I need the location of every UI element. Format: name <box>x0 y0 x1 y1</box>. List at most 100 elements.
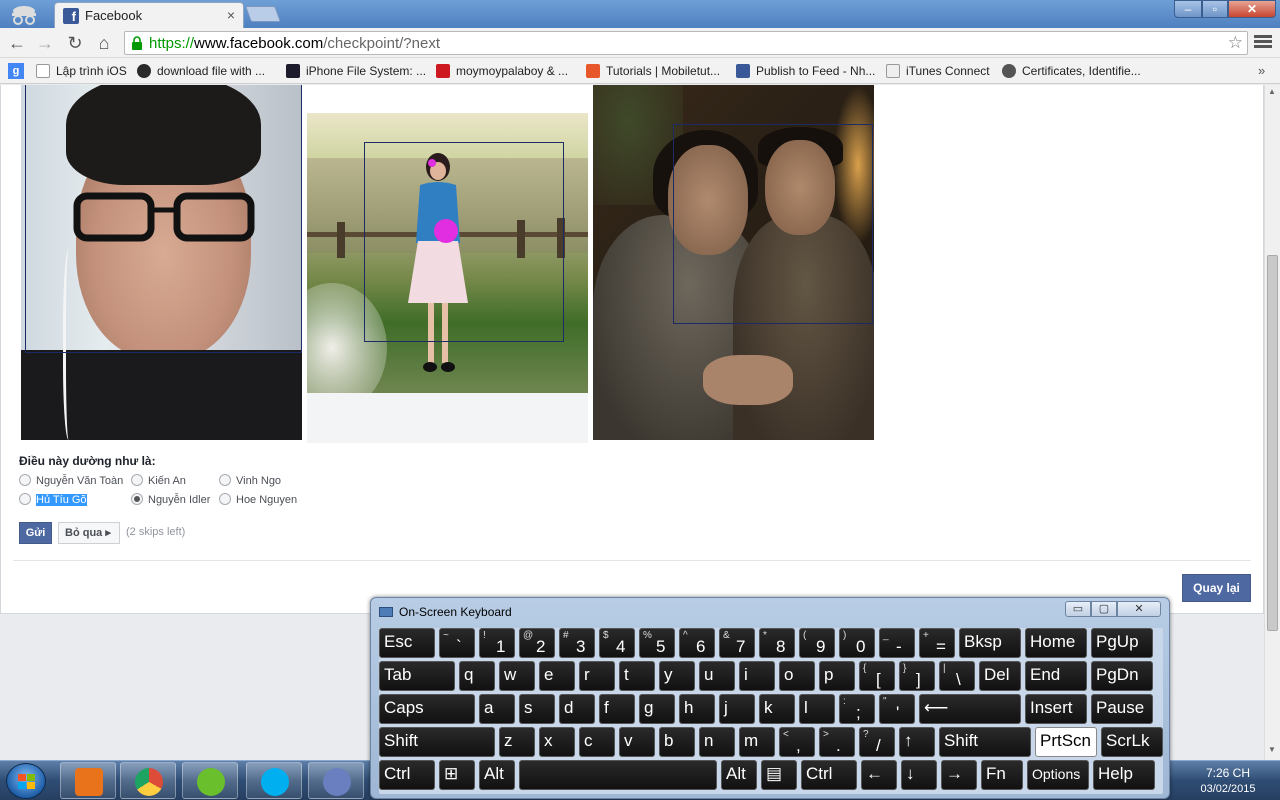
radio-button[interactable] <box>19 493 31 505</box>
key-sym3-10[interactable]: ? / <box>859 727 895 757</box>
taskbar-app[interactable] <box>246 762 302 799</box>
key-prtscn[interactable]: PrtScn <box>1035 727 1097 757</box>
key-o[interactable]: o <box>779 661 815 691</box>
radio-button-checked[interactable] <box>131 493 143 505</box>
taskbar-app[interactable] <box>308 762 364 799</box>
key-i[interactable]: i <box>739 661 775 691</box>
key-pgdn[interactable]: PgDn <box>1091 661 1153 691</box>
name-option[interactable]: Kiến An <box>131 474 186 487</box>
key-del[interactable]: Del <box>979 661 1021 691</box>
key-n[interactable]: n <box>699 727 735 757</box>
key-0[interactable]: ) 0 <box>839 628 875 658</box>
key-tab[interactable]: Tab <box>379 661 455 691</box>
taskbar-app[interactable] <box>182 762 238 799</box>
name-option[interactable]: Hủ Tíu Gõ <box>19 493 87 506</box>
name-option[interactable]: Nguyễn Idler <box>131 493 210 506</box>
taskbar-app[interactable] <box>60 762 116 799</box>
clock-time[interactable]: 7:26 CH <box>1196 766 1260 780</box>
key-sym3-11[interactable]: ↑ <box>899 727 935 757</box>
menu-icon[interactable] <box>1254 33 1272 51</box>
key-u[interactable]: u <box>699 661 735 691</box>
key-6[interactable]: ^ 6 <box>679 628 715 658</box>
key-sym1-12[interactable]: }] <box>899 661 935 691</box>
taskbar-app[interactable] <box>120 762 176 799</box>
key-f[interactable]: f <box>599 694 635 724</box>
key-sym0-12[interactable]: _ - <box>879 628 915 658</box>
bookmark-item[interactable]: Tutorials | Mobiletut... <box>586 62 720 80</box>
key-fn[interactable]: Fn <box>981 760 1023 790</box>
key-caps[interactable]: Caps <box>379 694 475 724</box>
radio-button[interactable] <box>131 474 143 486</box>
key-q[interactable]: q <box>459 661 495 691</box>
key-sym2-12[interactable]: ⟵ <box>919 694 1021 724</box>
clock-date[interactable]: 03/02/2015 <box>1196 783 1260 795</box>
osk-minimize-button[interactable]: ▭ <box>1065 601 1091 617</box>
bookmark-item[interactable]: download file with ... <box>137 62 265 80</box>
radio-button[interactable] <box>219 474 231 486</box>
key-z[interactable]: z <box>499 727 535 757</box>
key-7[interactable]: & 7 <box>719 628 755 658</box>
key-x[interactable]: x <box>539 727 575 757</box>
key-sym0-1[interactable]: ~ ` <box>439 628 475 658</box>
key-3[interactable]: #3 <box>559 628 595 658</box>
key-sym2-11[interactable]: " ' <box>879 694 915 724</box>
forward-icon[interactable]: → <box>34 32 56 54</box>
key-c[interactable]: c <box>579 727 615 757</box>
reload-icon[interactable]: ↻ <box>64 32 86 54</box>
key-home[interactable]: Home <box>1025 628 1087 658</box>
name-option[interactable]: Hoe Nguyen <box>219 493 297 506</box>
address-bar[interactable]: https://www.facebook.com/checkpoint/?nex… <box>124 31 1248 55</box>
skip-button[interactable]: Bỏ qua ▸ <box>58 522 120 544</box>
back-icon[interactable]: ← <box>6 32 28 54</box>
key-sym2-10[interactable]: :; <box>839 694 875 724</box>
tab-close-icon[interactable]: × <box>227 7 235 23</box>
key-sym4-5[interactable]: ▤ <box>761 760 797 790</box>
key-e[interactable]: e <box>539 661 575 691</box>
key-j[interactable]: j <box>719 694 755 724</box>
scroll-down-icon[interactable]: ▼ <box>1268 745 1276 754</box>
key-9[interactable]: (9 <box>799 628 835 658</box>
key-t[interactable]: t <box>619 661 655 691</box>
start-button[interactable] <box>6 763 46 799</box>
key-s[interactable]: s <box>519 694 555 724</box>
key-pause[interactable]: Pause <box>1091 694 1153 724</box>
key-g[interactable]: g <box>639 694 675 724</box>
key-alt[interactable]: Alt <box>721 760 757 790</box>
key-help[interactable]: Help <box>1093 760 1155 790</box>
key-h[interactable]: h <box>679 694 715 724</box>
bookmark-item[interactable]: Certificates, Identifie... <box>1002 62 1141 80</box>
key-shift[interactable]: Shift <box>939 727 1031 757</box>
key-p[interactable]: p <box>819 661 855 691</box>
key-sym3-8[interactable]: <, <box>779 727 815 757</box>
key-w[interactable]: w <box>499 661 535 691</box>
back-button[interactable]: Quay lại <box>1182 574 1251 602</box>
key-end[interactable]: End <box>1025 661 1087 691</box>
bookmark-item[interactable]: Lập trình iOS <box>36 62 127 80</box>
key-sym1-11[interactable]: {[ <box>859 661 895 691</box>
osk-close-button[interactable]: ✕ <box>1117 601 1161 617</box>
maximize-button[interactable]: ▫ <box>1202 0 1228 18</box>
radio-button[interactable] <box>19 474 31 486</box>
key-scrlk[interactable]: ScrLk <box>1101 727 1163 757</box>
bookmark-star-icon[interactable]: ☆ <box>1228 33 1243 53</box>
key-pgup[interactable]: PgUp <box>1091 628 1153 658</box>
key-5[interactable]: % 5 <box>639 628 675 658</box>
key-b[interactable]: b <box>659 727 695 757</box>
key-y[interactable]: y <box>659 661 695 691</box>
scrollbar-thumb[interactable] <box>1267 255 1278 631</box>
key-l[interactable]: l <box>799 694 835 724</box>
bookmark-item[interactable]: iTunes Connect <box>886 62 990 80</box>
key-a[interactable]: a <box>479 694 515 724</box>
bookmark-item[interactable]: moymoypalaboy & ... <box>436 62 568 80</box>
send-button[interactable]: Gửi <box>19 522 52 544</box>
key-v[interactable]: v <box>619 727 655 757</box>
new-tab-button[interactable] <box>245 6 281 22</box>
key-sym4-9[interactable]: → <box>941 760 977 790</box>
bookmark-item[interactable]: Publish to Feed - Nh... <box>736 62 875 80</box>
tab-facebook[interactable]: f Facebook × <box>54 2 244 28</box>
scroll-up-icon[interactable]: ▲ <box>1268 87 1276 96</box>
key-4[interactable]: $4 <box>599 628 635 658</box>
key-sym1-13[interactable]: | \ <box>939 661 975 691</box>
key-space[interactable] <box>519 760 717 790</box>
key-m[interactable]: m <box>739 727 775 757</box>
